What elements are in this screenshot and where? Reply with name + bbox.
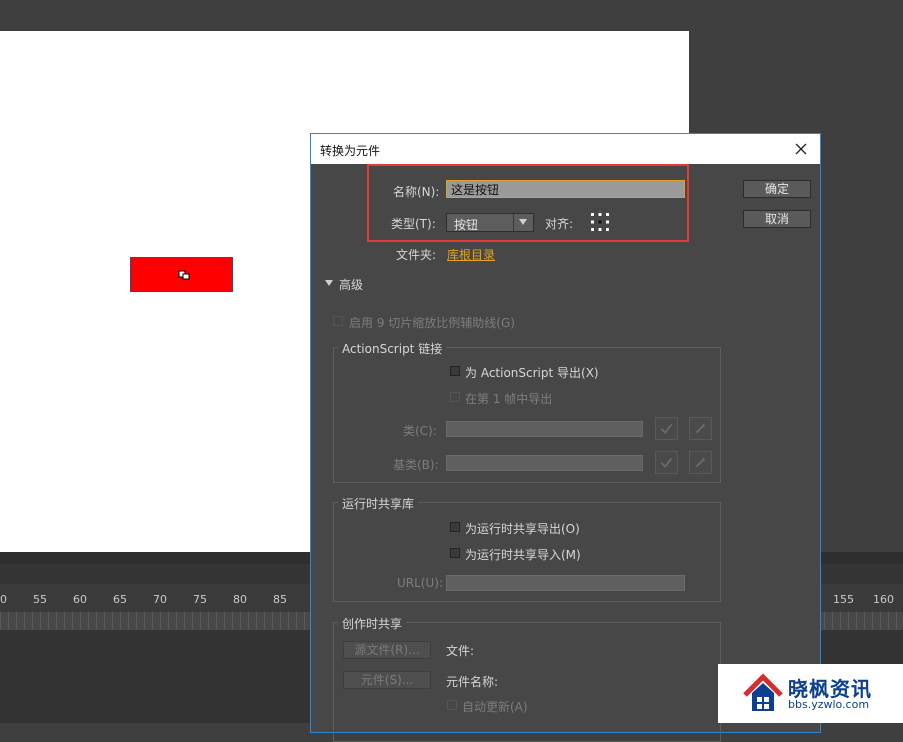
- close-icon[interactable]: [789, 137, 813, 161]
- type-selected-value: 按钮: [454, 218, 479, 232]
- name-label: 名称(N):: [393, 185, 440, 199]
- scale9-label: 启用 9 切片缩放比例辅助线(G): [349, 316, 515, 330]
- base-class-input[interactable]: [446, 455, 643, 471]
- ok-button[interactable]: 确定: [743, 180, 811, 198]
- runtime-sharing-title: 运行时共享库: [338, 495, 419, 512]
- move-cursor-icon: [178, 270, 190, 280]
- url-label: URL(U):: [397, 576, 443, 590]
- ruler-tick: 65: [113, 593, 127, 606]
- ruler-tick: 155: [833, 593, 854, 606]
- ruler-tick: 160: [873, 593, 894, 606]
- convert-to-symbol-dialog: 转换为元件 名称(N): 类型(T): 按钮 对齐: 文件夹: 库根目录 确定 …: [310, 133, 821, 742]
- ruler-tick: 55: [33, 593, 47, 606]
- base-class-label: 基类(B):: [393, 458, 439, 472]
- symbol-type-select[interactable]: 按钮: [446, 213, 534, 232]
- ruler-tick: 80: [233, 593, 247, 606]
- edit-pencil-icon[interactable]: [689, 451, 712, 474]
- edit-pencil-icon[interactable]: [689, 417, 712, 440]
- authoring-sharing-title: 创作时共享: [338, 615, 407, 632]
- symbol-name-label: 元件名称:: [446, 675, 499, 689]
- symbol-button[interactable]: 元件(S)...: [343, 671, 431, 689]
- folder-label: 文件夹:: [396, 248, 437, 262]
- class-input[interactable]: [446, 421, 643, 437]
- validate-check-icon[interactable]: [655, 451, 678, 474]
- source-file-button[interactable]: 源文件(R)...: [343, 641, 431, 659]
- runtime-import-label: 为运行时共享导入(M): [465, 548, 581, 562]
- house-logo-icon: [743, 673, 783, 711]
- watermark-logo: 晓枫资讯 bbs.yzwlo.com: [718, 664, 903, 723]
- runtime-export-checkbox[interactable]: [450, 522, 460, 532]
- validate-check-icon[interactable]: [655, 417, 678, 440]
- scale9-checkbox[interactable]: [333, 316, 343, 326]
- auto-update-label: 自动更新(A): [462, 700, 528, 714]
- runtime-import-checkbox[interactable]: [450, 548, 460, 558]
- chevron-down-icon: [519, 219, 527, 225]
- cancel-button[interactable]: 取消: [743, 210, 811, 228]
- type-label: 类型(T):: [391, 217, 436, 231]
- file-label: 文件:: [446, 644, 475, 658]
- registration-grid-icon[interactable]: [591, 213, 609, 231]
- dialog-title: 转换为元件: [320, 144, 381, 158]
- folder-link[interactable]: 库根目录: [447, 246, 495, 263]
- watermark-url: bbs.yzwlo.com: [788, 698, 870, 711]
- ruler-tick: 60: [73, 593, 87, 606]
- class-label: 类(C):: [403, 424, 437, 438]
- ruler-tick: 70: [153, 593, 167, 606]
- export-actionscript-label: 为 ActionScript 导出(X): [465, 366, 599, 380]
- align-label: 对齐:: [545, 217, 574, 231]
- select-divider: [513, 214, 514, 231]
- export-frame1-checkbox[interactable]: [450, 392, 460, 402]
- ruler-tick: 85: [273, 593, 287, 606]
- advanced-toggle-icon[interactable]: [325, 280, 333, 286]
- dialog-titlebar[interactable]: 转换为元件: [311, 134, 820, 164]
- advanced-label[interactable]: 高级: [339, 276, 363, 293]
- symbol-name-input[interactable]: [446, 180, 685, 198]
- ruler-tick: 0: [0, 593, 7, 606]
- export-frame1-label: 在第 1 帧中导出: [465, 392, 553, 406]
- actionscript-linkage-title: ActionScript 链接: [338, 340, 447, 357]
- url-input[interactable]: [446, 575, 685, 591]
- export-actionscript-checkbox[interactable]: [450, 366, 460, 376]
- ruler-tick: 75: [193, 593, 207, 606]
- auto-update-checkbox[interactable]: [447, 700, 457, 710]
- runtime-export-label: 为运行时共享导出(O): [465, 522, 580, 536]
